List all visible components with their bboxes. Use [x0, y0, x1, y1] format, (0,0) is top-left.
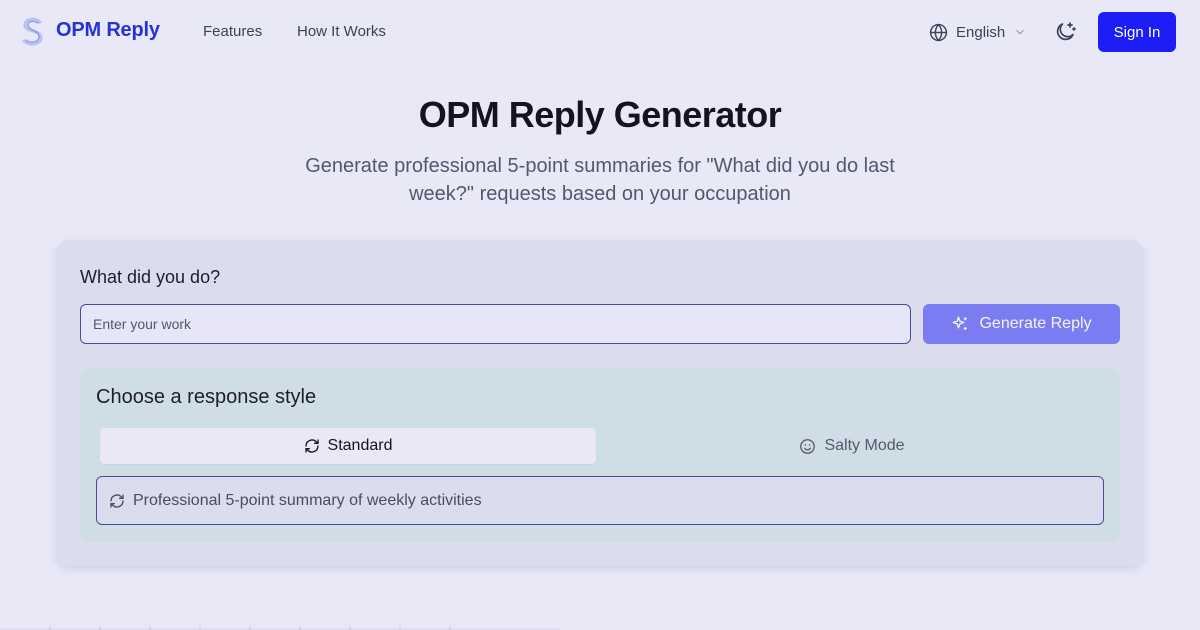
tab-standard-label: Standard	[327, 437, 393, 454]
style-description: Professional 5-point summary of weekly a…	[96, 476, 1104, 525]
generate-reply-label: Generate Reply	[979, 315, 1092, 332]
response-style-title: Choose a response style	[96, 386, 317, 408]
generate-reply-button[interactable]: Generate Reply	[923, 304, 1120, 344]
sparkles-icon	[953, 316, 968, 330]
tab-standard[interactable]: Standard	[100, 428, 596, 464]
decorative-divider	[0, 626, 560, 630]
page-title: OPM Reply Generator	[418, 94, 782, 135]
smile-icon	[800, 438, 816, 454]
refresh-icon	[110, 493, 124, 508]
brand-name[interactable]: OPM Reply	[56, 19, 160, 42]
language-label: English	[956, 23, 1006, 41]
style-description-text: Professional 5-point summary of weekly a…	[133, 491, 482, 509]
reply-generator-card: What did you do? Generate Reply Choose a…	[56, 240, 1144, 566]
nav-features-link[interactable]: Features	[203, 23, 262, 40]
response-style-panel: Choose a response style Standard Salty M…	[80, 368, 1120, 542]
top-navbar: OPM Reply Features How It Works English …	[0, 0, 1200, 64]
language-selector[interactable]: English	[929, 21, 1027, 43]
tab-salty-mode-label: Salty Mode	[824, 437, 905, 454]
logo-icon[interactable]	[20, 16, 46, 48]
sign-in-button[interactable]: Sign In	[1098, 12, 1176, 52]
globe-icon	[929, 23, 948, 41]
moon-icon[interactable]	[1053, 20, 1077, 44]
work-input-label: What did you do?	[80, 267, 221, 287]
tab-salty-mode[interactable]: Salty Mode	[604, 428, 1100, 464]
page-subtitle: Generate professional 5-point summaries …	[305, 155, 895, 205]
nav-how-it-works-link[interactable]: How It Works	[297, 23, 386, 40]
chevron-down-icon	[1016, 29, 1025, 35]
refresh-icon	[304, 439, 319, 453]
work-input[interactable]	[80, 304, 911, 344]
